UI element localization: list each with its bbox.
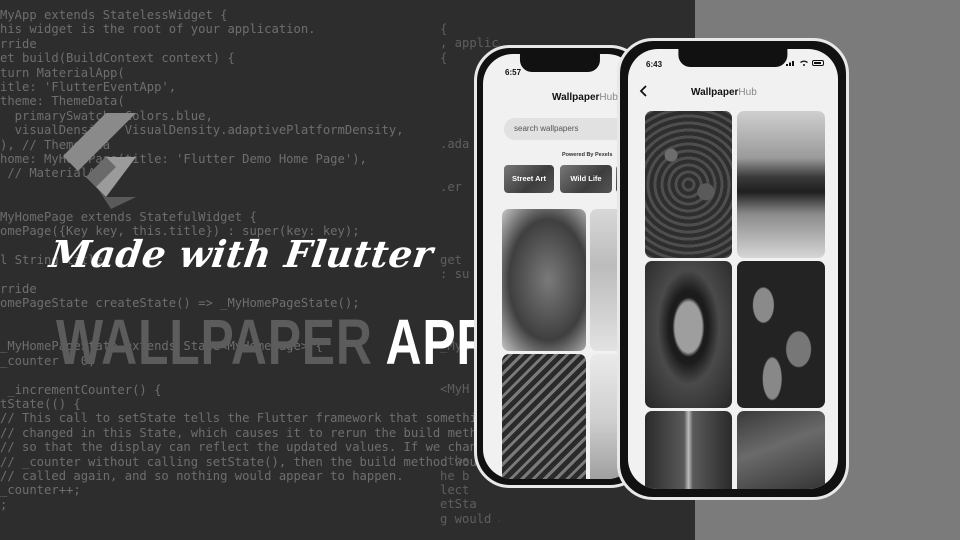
wallpaper-tile-succulent[interactable] bbox=[645, 111, 732, 258]
wifi-icon bbox=[800, 60, 808, 66]
status-time: 6:57 bbox=[505, 68, 522, 77]
code-line: MyApp extends StatelessWidget { bbox=[0, 8, 228, 22]
status-time: 6:43 bbox=[646, 60, 663, 69]
search-input[interactable]: search wallpapers bbox=[504, 118, 634, 140]
code-line: his widget is the root of your applicati… bbox=[0, 22, 316, 37]
phone-notch bbox=[519, 54, 601, 72]
signal-icon bbox=[786, 61, 794, 66]
code-line: ; bbox=[0, 497, 8, 512]
phone-notch bbox=[678, 49, 788, 67]
wallpaper-tile-sky[interactable] bbox=[737, 411, 825, 489]
category-label: Street Art bbox=[512, 174, 546, 183]
back-arrow-icon[interactable] bbox=[638, 85, 650, 97]
front-phone-mockup: 6:43 WallpaperHub bbox=[617, 38, 849, 500]
code-line: , application. bbox=[440, 36, 500, 51]
wallpaper-tile[interactable] bbox=[502, 354, 586, 479]
app-title: WallpaperHub bbox=[691, 87, 757, 98]
app-title-main: Wallpaper bbox=[691, 87, 739, 98]
powered-by-label: Powered By Pexels bbox=[562, 152, 613, 158]
code-line: g would appear to happen. bbox=[440, 511, 500, 526]
app-title: WallpaperHub bbox=[552, 92, 618, 103]
app-title-main: Wallpaper bbox=[552, 92, 600, 103]
wallpaper-tile[interactable] bbox=[502, 209, 586, 351]
flutter-logo-icon bbox=[63, 113, 136, 209]
wallpaper-tile-mountain-lake[interactable] bbox=[737, 111, 825, 258]
battery-icon bbox=[812, 60, 824, 66]
front-phone-screen: 6:43 WallpaperHub bbox=[628, 49, 838, 489]
status-icons bbox=[786, 60, 824, 66]
wallpaper-tile-bridge[interactable] bbox=[645, 261, 732, 408]
made-with-flutter-text: Made with Flutter bbox=[46, 232, 437, 276]
category-wild-life[interactable]: Wild Life bbox=[560, 165, 612, 193]
wallpaper-tile-forest[interactable] bbox=[645, 411, 732, 489]
category-street-art[interactable]: Street Art bbox=[504, 165, 554, 193]
code-line: lect bbox=[440, 483, 470, 497]
code-line: { bbox=[440, 22, 448, 36]
hero-title-word-wallpaper: WALLPAPER bbox=[56, 306, 373, 378]
back-phone-screen: 6:57 WallpaperHub search wallpapers Powe… bbox=[483, 54, 637, 479]
wallpaper-tile-leaves[interactable] bbox=[737, 261, 825, 408]
hero-title: WALLPAPER APP bbox=[56, 307, 490, 377]
app-title-accent: Hub bbox=[738, 87, 757, 98]
app-title-accent: Hub bbox=[599, 92, 618, 103]
category-label: Wild Life bbox=[570, 174, 602, 183]
code-line: etSta bbox=[440, 497, 477, 512]
